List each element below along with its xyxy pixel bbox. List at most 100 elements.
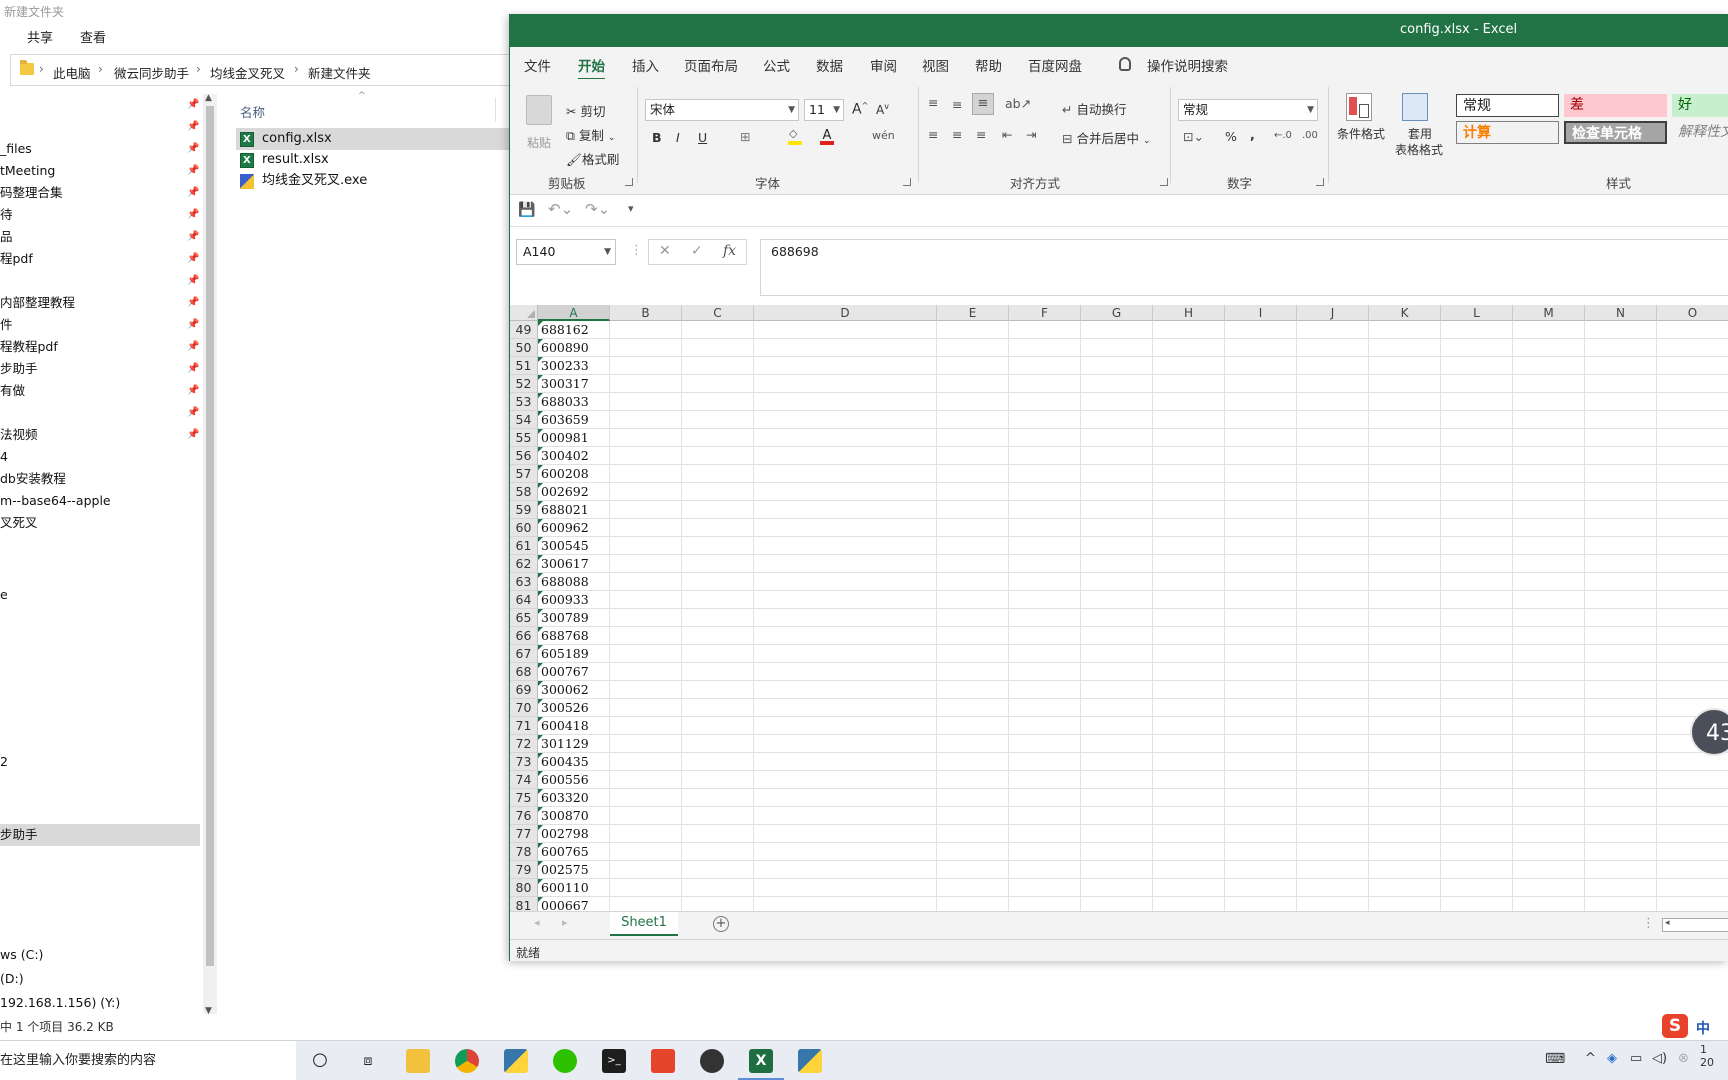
row-header[interactable]: 66: [510, 627, 538, 645]
row-header[interactable]: 50: [510, 339, 538, 357]
row-header[interactable]: 58: [510, 483, 538, 501]
format-as-table-line1[interactable]: 套用: [1408, 125, 1432, 142]
row-header[interactable]: 77: [510, 825, 538, 843]
format-painter-button[interactable]: 🖌格式刷: [566, 149, 619, 168]
taskbar-search-box[interactable]: 在这里输入你要搜索的内容: [0, 1041, 296, 1080]
cell-a[interactable]: 002798: [538, 825, 610, 843]
redo-icon[interactable]: ↷⌄: [585, 200, 610, 218]
row-header[interactable]: 57: [510, 465, 538, 483]
row-header[interactable]: 56: [510, 447, 538, 465]
scroll-left-icon[interactable]: ◂: [1665, 918, 1670, 928]
conditional-format-icon[interactable]: [1346, 93, 1372, 121]
address-bar[interactable]: › 此电脑 › 微云同步助手 › 均线金叉死叉 › 新建文件夹: [10, 54, 510, 86]
percent-button[interactable]: %: [1225, 129, 1237, 144]
cell-a[interactable]: 300526: [538, 699, 610, 717]
column-header-h[interactable]: H: [1153, 305, 1225, 321]
nav-item[interactable]: 4: [0, 446, 200, 468]
column-divider[interactable]: [495, 98, 496, 122]
nav-item[interactable]: e: [0, 584, 200, 606]
tab-view[interactable]: 视图: [922, 55, 949, 75]
style-good[interactable]: 好: [1672, 94, 1728, 117]
accounting-icon[interactable]: ⊡⌄: [1183, 129, 1204, 144]
font-color-icon[interactable]: A: [820, 129, 834, 145]
tab-data[interactable]: 数据: [816, 55, 843, 75]
volume-icon[interactable]: ◁): [1652, 1051, 1667, 1066]
nav-item[interactable]: 内部整理教程 📌: [0, 292, 200, 314]
cell-a[interactable]: 600110: [538, 879, 610, 897]
copy-button[interactable]: ⧉ 复制 ⌄: [566, 125, 615, 144]
cell-a[interactable]: 603320: [538, 789, 610, 807]
format-as-table-button[interactable]: 表格格式: [1395, 141, 1443, 158]
row-header[interactable]: 62: [510, 555, 538, 573]
chevron-up-icon[interactable]: ^: [1585, 1051, 1596, 1066]
row-header[interactable]: 70: [510, 699, 538, 717]
decrease-indent-icon[interactable]: ⇤: [1002, 127, 1012, 142]
nav-item[interactable]: 📌: [0, 94, 200, 116]
row-header[interactable]: 80: [510, 879, 538, 897]
nav-item[interactable]: 有做 📌: [0, 380, 200, 402]
row-header[interactable]: 65: [510, 609, 538, 627]
column-header-a[interactable]: A: [538, 305, 610, 321]
align-right-icon[interactable]: ≡: [976, 127, 986, 142]
nav-item[interactable]: 码整理合集 📌: [0, 182, 200, 204]
breadcrumb-weiyun[interactable]: 微云同步助手: [114, 63, 189, 82]
row-header[interactable]: 78: [510, 843, 538, 861]
row-header[interactable]: 49: [510, 321, 538, 339]
merge-center-button[interactable]: ⊟ 合并后居中 ⌄: [1062, 128, 1151, 147]
chrome-icon[interactable]: [455, 1049, 479, 1073]
row-header[interactable]: 55: [510, 429, 538, 447]
shield-icon[interactable]: ◈: [1607, 1051, 1617, 1066]
row-header[interactable]: 73: [510, 753, 538, 771]
paste-icon[interactable]: [526, 95, 552, 125]
style-explanatory[interactable]: 解释性文: [1672, 121, 1728, 144]
nav-drive-c[interactable]: ws (C:): [0, 944, 200, 966]
nav-item[interactable]: _files 📌: [0, 138, 200, 160]
cell-a[interactable]: 600418: [538, 717, 610, 735]
nav-item[interactable]: 法视频 📌: [0, 424, 200, 446]
tab-help[interactable]: 帮助: [975, 55, 1002, 75]
network-icon[interactable]: ▭: [1630, 1051, 1642, 1066]
column-header-j[interactable]: J: [1297, 305, 1369, 321]
nav-drive-y[interactable]: 192.168.1.156) (Y:): [0, 992, 200, 1014]
row-header[interactable]: 72: [510, 735, 538, 753]
decrease-font-icon[interactable]: Av: [876, 102, 889, 117]
dialog-launcher-icon[interactable]: [625, 178, 633, 186]
column-header-k[interactable]: K: [1369, 305, 1441, 321]
close-circle-icon[interactable]: ⊗: [1678, 1051, 1689, 1066]
nav-item[interactable]: db安装教程: [0, 468, 200, 490]
cell-a[interactable]: 688088: [538, 573, 610, 591]
align-left-icon[interactable]: ≡: [928, 127, 938, 142]
cell-a[interactable]: 000767: [538, 663, 610, 681]
column-header-f[interactable]: F: [1009, 305, 1081, 321]
font-name-select[interactable]: 宋体 ▼: [645, 99, 799, 121]
column-header-b[interactable]: B: [610, 305, 682, 321]
horizontal-scrollbar[interactable]: ◂: [1662, 918, 1728, 932]
increase-indent-icon[interactable]: ⇥: [1026, 127, 1036, 142]
worksheet-grid[interactable]: ABCDEFGHIJKLMNO 49 688162 50 600890 51 300233…: [510, 305, 1728, 911]
cell-a[interactable]: 600933: [538, 591, 610, 609]
style-normal[interactable]: 常规: [1456, 94, 1559, 117]
breadcrumb-project[interactable]: 均线金叉死叉: [210, 63, 285, 82]
keyboard-icon[interactable]: ⌨: [1545, 1051, 1565, 1067]
row-header[interactable]: 59: [510, 501, 538, 519]
sheet-scroll-right-icon[interactable]: ▸: [562, 916, 568, 929]
row-header[interactable]: 61: [510, 537, 538, 555]
row-header[interactable]: 74: [510, 771, 538, 789]
cell-a[interactable]: 600208: [538, 465, 610, 483]
app-red-icon[interactable]: [651, 1049, 675, 1073]
row-header[interactable]: 68: [510, 663, 538, 681]
row-header[interactable]: 81: [510, 897, 538, 911]
clock-text[interactable]: 1 20: [1700, 1043, 1714, 1069]
undo-icon[interactable]: ↶⌄: [548, 200, 573, 218]
ribbon-tab-view[interactable]: 查看: [80, 27, 106, 46]
bold-button[interactable]: B: [652, 130, 662, 145]
cell-a[interactable]: 600765: [538, 843, 610, 861]
tell-me-search[interactable]: 操作说明搜索: [1147, 55, 1228, 75]
wechat-icon[interactable]: [553, 1049, 577, 1073]
cell-a[interactable]: 688021: [538, 501, 610, 519]
dialog-launcher-icon[interactable]: [1160, 178, 1168, 186]
cell-a[interactable]: 300789: [538, 609, 610, 627]
nav-item[interactable]: 📌: [0, 402, 200, 424]
nav-item[interactable]: 件 📌: [0, 314, 200, 336]
cell-a[interactable]: 300617: [538, 555, 610, 573]
